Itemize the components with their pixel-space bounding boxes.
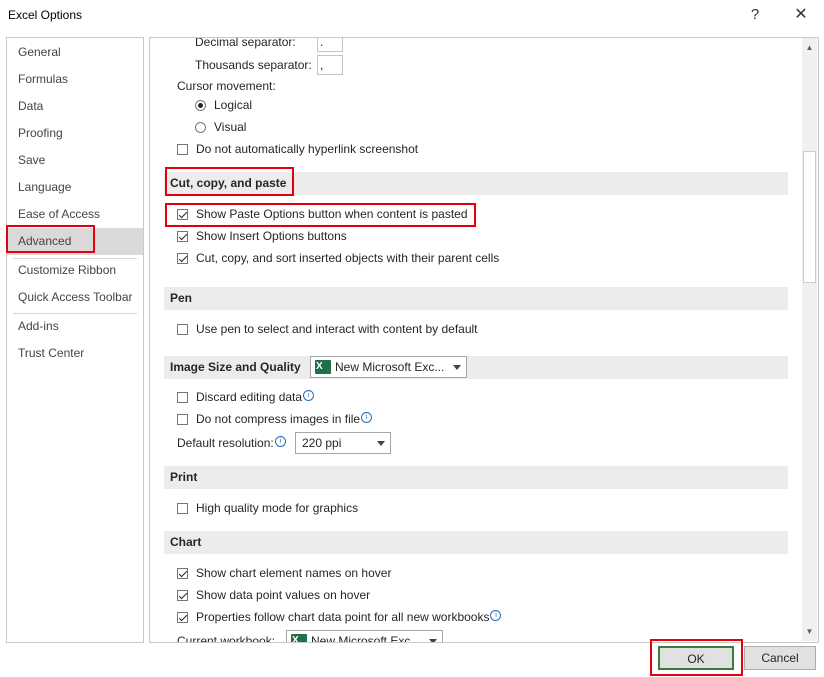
info-icon: i	[361, 412, 373, 423]
cut-copy-paste-highlight	[165, 167, 294, 196]
discard-editing-text: Discard editing data	[196, 390, 303, 404]
help-button[interactable]: ?	[744, 4, 766, 26]
logical-radio[interactable]	[195, 100, 206, 111]
current-workbook-value: New Microsoft Exc...	[311, 634, 421, 643]
excel-icon	[291, 634, 307, 642]
title-bar: Excel Options ? ✕	[0, 0, 824, 30]
info-icon: i	[490, 610, 502, 621]
cut-copy-sort-label: Cut, copy, and sort inserted objects wit…	[196, 251, 500, 265]
sidebar-item-formulas[interactable]: Formulas	[7, 66, 143, 93]
info-icon: i	[303, 390, 315, 401]
excel-icon	[315, 360, 331, 374]
advanced-highlight	[6, 225, 95, 253]
scroll-up-icon[interactable]: ▲	[802, 40, 817, 55]
sidebar-item-language[interactable]: Language	[7, 174, 143, 201]
current-workbook-dropdown[interactable]: New Microsoft Exc...	[286, 630, 443, 643]
sidebar-item-general[interactable]: General	[7, 39, 143, 66]
advanced-options-panel: Decimal separator: . Thousands separator…	[149, 37, 819, 643]
high-quality-checkbox[interactable]	[177, 503, 188, 514]
cut-copy-sort-checkbox[interactable]	[177, 253, 188, 264]
chevron-down-icon	[377, 441, 385, 446]
thousands-separator-input[interactable]: ,	[317, 55, 343, 75]
chart-header: Chart	[164, 531, 788, 554]
sidebar-item-add-ins[interactable]: Add-ins	[7, 313, 143, 340]
data-point-values-label: Show data point values on hover	[196, 588, 371, 602]
thousands-separator-label: Thousands separator:	[195, 58, 312, 72]
content-scrollbar[interactable]: ▲ ▼	[802, 38, 817, 641]
image-workbook-dropdown[interactable]: New Microsoft Exc...	[310, 356, 467, 378]
sidebar-item-customize-ribbon[interactable]: Customize Ribbon	[7, 257, 143, 284]
hyperlink-screenshot-label: Do not automatically hyperlink screensho…	[196, 142, 419, 156]
close-button[interactable]: ✕	[788, 4, 814, 26]
use-pen-checkbox[interactable]	[177, 324, 188, 335]
current-workbook-label: Current workbook:	[177, 634, 276, 643]
pen-header: Pen	[164, 287, 788, 310]
show-insert-options-label: Show Insert Options buttons	[196, 229, 347, 243]
chevron-down-icon	[453, 365, 461, 370]
default-resolution-value: 220 ppi	[302, 436, 342, 450]
default-resolution-text: Default resolution:	[177, 436, 274, 450]
sidebar-item-save[interactable]: Save	[7, 147, 143, 174]
discard-editing-label: Discard editing data i	[196, 390, 315, 404]
data-point-values-checkbox[interactable]	[177, 590, 188, 601]
info-icon: i	[274, 436, 286, 447]
decimal-separator-label: Decimal separator:	[195, 37, 296, 49]
decimal-separator-input[interactable]: .	[317, 38, 343, 52]
high-quality-label: High quality mode for graphics	[196, 501, 359, 515]
chevron-down-icon	[429, 639, 437, 642]
no-compress-checkbox[interactable]	[177, 414, 188, 425]
sidebar-item-proofing[interactable]: Proofing	[7, 120, 143, 147]
paste-options-highlight	[165, 203, 476, 227]
no-compress-text: Do not compress images in file	[196, 412, 361, 426]
logical-radio-label: Logical	[214, 98, 253, 112]
properties-follow-text: Properties follow chart data point for a…	[196, 610, 490, 624]
window-title: Excel Options	[8, 8, 83, 22]
default-resolution-dropdown[interactable]: 220 ppi	[295, 432, 391, 454]
use-pen-label: Use pen to select and interact with cont…	[196, 322, 478, 336]
print-header: Print	[164, 466, 788, 489]
sidebar-item-data[interactable]: Data	[7, 93, 143, 120]
image-workbook-value: New Microsoft Exc...	[335, 360, 445, 374]
chart-element-names-label: Show chart element names on hover	[196, 566, 392, 580]
hyperlink-screenshot-checkbox[interactable]	[177, 144, 188, 155]
ok-button[interactable]: OK	[658, 646, 734, 670]
no-compress-label: Do not compress images in file i	[196, 412, 373, 426]
chart-element-names-checkbox[interactable]	[177, 568, 188, 579]
sidebar-item-quick-access-toolbar[interactable]: Quick Access Toolbar	[7, 284, 143, 311]
properties-follow-label: Properties follow chart data point for a…	[196, 610, 502, 624]
options-sidebar: General Formulas Data Proofing Save Lang…	[6, 37, 144, 643]
scrollbar-thumb[interactable]	[803, 151, 816, 283]
cursor-movement-label: Cursor movement:	[177, 79, 276, 93]
show-insert-options-checkbox[interactable]	[177, 231, 188, 242]
visual-radio[interactable]	[195, 122, 206, 133]
scroll-down-icon[interactable]: ▼	[802, 624, 817, 639]
image-size-header: Image Size and Quality	[164, 356, 788, 379]
cancel-button[interactable]: Cancel	[744, 646, 816, 670]
properties-follow-checkbox[interactable]	[177, 612, 188, 623]
default-resolution-label: Default resolution: i	[177, 436, 286, 450]
discard-editing-checkbox[interactable]	[177, 392, 188, 403]
sidebar-item-trust-center[interactable]: Trust Center	[7, 340, 143, 367]
visual-radio-label: Visual	[214, 120, 247, 134]
sidebar-item-ease-of-access[interactable]: Ease of Access	[7, 201, 143, 228]
